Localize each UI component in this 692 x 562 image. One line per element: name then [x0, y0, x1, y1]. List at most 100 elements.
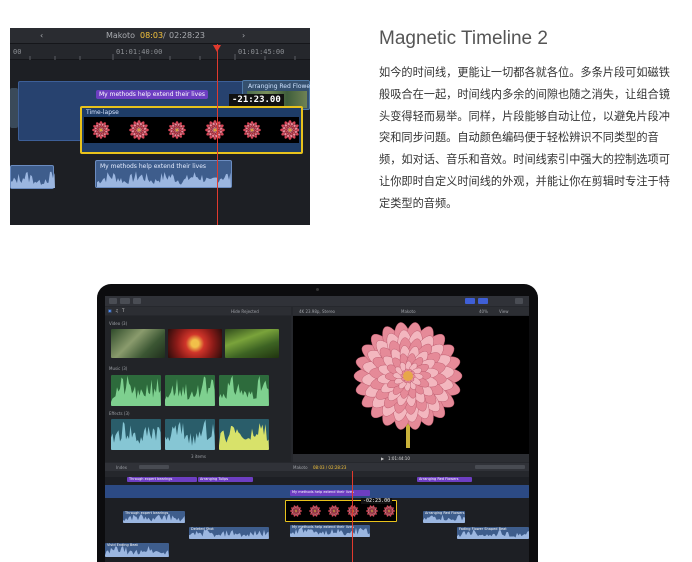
waveform-shape	[165, 376, 215, 406]
section-count: (3)	[121, 366, 128, 371]
timeline-clip-label: Through expert bearings	[129, 477, 173, 481]
music-thumbnail[interactable]	[219, 375, 269, 406]
waveform-shape	[423, 514, 465, 523]
timeline-ruler[interactable]: 00 01:01:40:00 01:01:45:00	[10, 44, 310, 60]
project-name: Makoto	[106, 31, 136, 40]
waveform-shape	[189, 529, 269, 539]
effects-thumbnail[interactable]	[111, 419, 161, 450]
section-name: Effects	[109, 411, 123, 416]
viewer-clip-info: 4K 23.98p, Stereo	[299, 309, 336, 314]
video-thumbnail[interactable]	[111, 329, 165, 358]
waveform-shape	[457, 529, 529, 539]
music-icon[interactable]: ♫	[115, 308, 119, 313]
timeline-clip[interactable]: Fading Flower Shaped Beat	[457, 527, 529, 539]
timeline-clip[interactable]: Deleted Shot	[189, 527, 269, 539]
flower-icon	[365, 505, 379, 517]
timeline-screenshot: ‹ Makoto 08:03 / 02:28:23 › 00 01:01:40:…	[10, 28, 310, 225]
timelapse-clip[interactable]: Time-lapse	[80, 106, 303, 154]
layout-button[interactable]	[465, 298, 475, 304]
share-button[interactable]	[515, 298, 523, 304]
flower-icon	[382, 505, 396, 517]
timeline-clip-label: Arranging Tulips	[200, 477, 229, 481]
timeline-clip[interactable]: Arranging Red Flowers	[417, 477, 472, 482]
timeline-controls[interactable]	[475, 465, 525, 469]
import-button[interactable]	[120, 298, 130, 304]
flower-icon	[242, 120, 262, 140]
timeline-clip[interactable]: My methods help extend their lives	[290, 525, 370, 537]
browser-section-effects[interactable]: Effects (3)	[109, 411, 130, 416]
audio-clip[interactable]: My methods help extend their lives	[95, 160, 232, 188]
flowers-clip-label: Arranging Red Flowers	[248, 83, 310, 90]
drag-timecode: -21:23.00	[229, 94, 284, 106]
flower-icon	[279, 119, 301, 141]
viewer-zoom[interactable]: 40%	[479, 309, 488, 314]
section-count: (3)	[121, 321, 128, 326]
flower-icon	[346, 505, 360, 517]
camera-icon	[316, 288, 319, 291]
timeline-clip-label: Arranging Red Flowers	[419, 477, 459, 481]
viewer-canvas[interactable]	[293, 316, 529, 454]
timeline-clip[interactable]: Arranging Red Flowers	[423, 511, 465, 523]
waveform-shape	[97, 171, 231, 187]
layout-button[interactable]	[478, 298, 488, 304]
edit-buttons[interactable]	[139, 465, 169, 469]
back-arrow-icon[interactable]: ‹	[40, 31, 43, 40]
browser-filter[interactable]: Hide Rejected	[231, 309, 259, 314]
timeline-clip[interactable]: Arranging Tulips	[198, 477, 253, 482]
section-name: Music	[109, 366, 121, 371]
timeline-header: ‹ Makoto 08:03 / 02:28:23 ›	[10, 28, 310, 44]
title-clip-label[interactable]: My methods help extend their lives	[96, 90, 209, 99]
audio-waveform	[97, 170, 231, 187]
total-timecode: 02:28:23	[169, 31, 205, 40]
keywords-button[interactable]	[133, 298, 141, 304]
dahlia-image	[353, 322, 463, 448]
timeline-project: Makoto	[293, 465, 308, 470]
video-thumbnail[interactable]	[225, 329, 279, 358]
waveform-shape	[111, 421, 161, 450]
library-button[interactable]	[109, 298, 117, 304]
timeline-clips: Through expert bearings Arranging Tulips A…	[105, 471, 529, 562]
viewer-footer: ▶ 1:01:44:10	[293, 454, 529, 462]
playhead-marker-icon[interactable]	[213, 45, 221, 52]
timelapse-clip-label: Time-lapse	[86, 109, 119, 116]
playhead[interactable]	[352, 471, 353, 562]
primary-clip-edge[interactable]	[10, 88, 18, 128]
video-thumbnail[interactable]	[168, 329, 222, 358]
audio-waveform	[11, 170, 55, 188]
titles-icon[interactable]: T	[122, 308, 124, 313]
timeline-panel[interactable]: Through expert bearings Arranging Tulips A…	[105, 471, 529, 562]
timeline-clip-label: My methods help extend their lives	[292, 490, 354, 494]
view-menu[interactable]: View	[499, 309, 509, 314]
music-thumbnail[interactable]	[165, 375, 215, 406]
photos-icon[interactable]: ▣	[108, 308, 112, 313]
flower-icon	[167, 120, 187, 140]
browser-section-music[interactable]: Music (3)	[109, 366, 127, 371]
timeline-clip[interactable]: Through expert bearings	[123, 511, 185, 523]
flower-icon	[128, 119, 150, 141]
effects-thumbnail[interactable]	[219, 419, 269, 450]
browser-header: ▣ ♫ T Hide Rejected	[105, 307, 291, 315]
drag-timecode: -02:23.00	[361, 498, 393, 504]
laptop-screen: ▣ ♫ T Hide Rejected Video (3) Music (3) …	[105, 296, 529, 562]
timelapse-thumbnails	[84, 117, 301, 143]
music-thumbnail[interactable]	[111, 375, 161, 406]
flower-icon	[327, 505, 341, 517]
play-icon[interactable]: ▶	[381, 456, 384, 461]
audio-clip-partial[interactable]	[10, 165, 55, 189]
forward-arrow-icon[interactable]: ›	[242, 31, 245, 40]
current-timecode: 08:03	[140, 31, 164, 40]
effects-thumbnail[interactable]	[165, 419, 215, 450]
playhead[interactable]	[217, 44, 218, 225]
viewer-timecode: 1:01:44:10	[388, 456, 410, 461]
waveform-shape	[219, 423, 269, 450]
timeline-index-button[interactable]: Index	[116, 465, 127, 470]
timeline-toolbar: Index Makoto 08:03 / 02:28:23	[105, 463, 529, 471]
timeline-clip[interactable]: Vivid Ending Beat	[105, 543, 169, 557]
waveform-shape	[105, 545, 169, 557]
feature-title: Magnetic Timeline 2	[379, 28, 548, 49]
timeline-clip[interactable]: My methods help extend their lives	[290, 490, 370, 496]
ruler-ticks	[29, 54, 296, 60]
timeline-clip[interactable]: Through expert bearings	[127, 477, 197, 482]
browser-footer: 3 items	[191, 454, 206, 459]
browser-section-video[interactable]: Video (3)	[109, 321, 127, 326]
